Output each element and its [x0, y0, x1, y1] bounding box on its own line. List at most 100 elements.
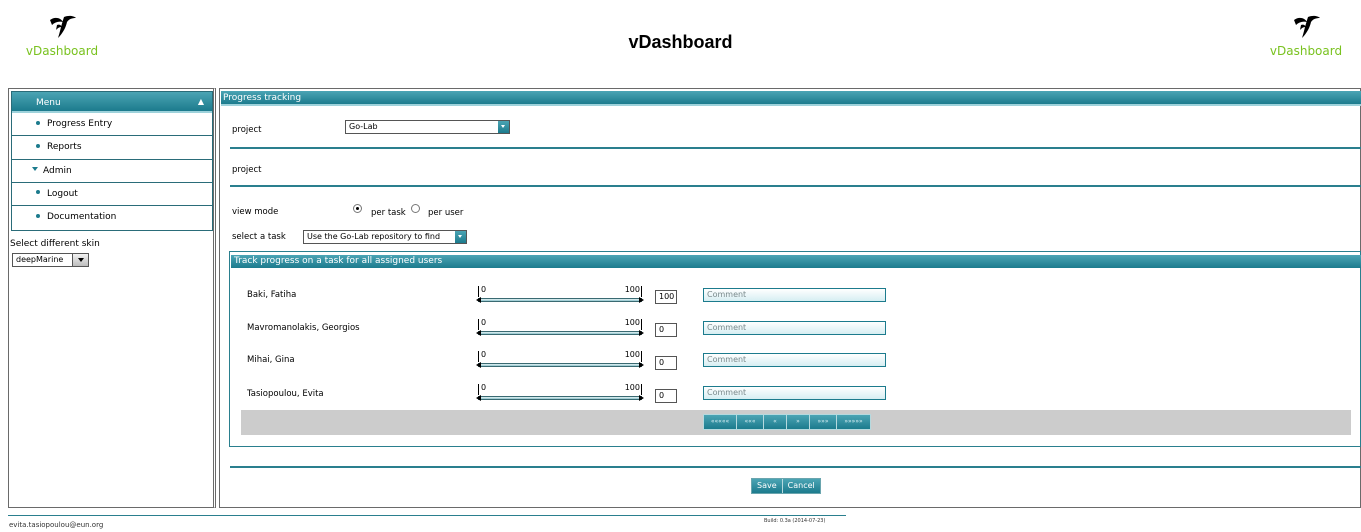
save-button[interactable]: Save — [752, 479, 782, 493]
slider-track[interactable] — [478, 298, 642, 302]
slider-tick — [478, 351, 479, 362]
slider-min: 0 — [481, 383, 487, 392]
slider-handle-max[interactable] — [639, 330, 644, 336]
slider-handle-max[interactable] — [639, 395, 644, 401]
skin-select[interactable]: deepMarine — [12, 253, 89, 267]
slider-handle-min[interactable] — [476, 297, 481, 303]
sidebar-item-logout[interactable]: Logout — [12, 183, 212, 207]
slider-min: 0 — [481, 318, 487, 327]
slider-handle-min[interactable] — [476, 395, 481, 401]
slider-tick — [641, 384, 642, 395]
progress-value-input[interactable]: 0 — [655, 356, 677, 370]
bullet-icon — [36, 143, 40, 148]
sidebar-item-label: Admin — [43, 165, 72, 176]
radio-per-user[interactable] — [411, 204, 420, 213]
divider — [230, 147, 1361, 149]
slider-tick — [478, 286, 479, 297]
bullet-icon — [36, 120, 40, 125]
progress-value-input[interactable]: 0 — [655, 323, 677, 337]
slider-handle-min[interactable] — [476, 330, 481, 336]
fast-forward-button[interactable]: »»» — [810, 415, 837, 429]
comment-input[interactable]: Comment — [703, 386, 886, 400]
menu-title: Menu — [36, 98, 61, 108]
slider-max: 100 — [624, 285, 640, 294]
divider — [230, 185, 1361, 187]
radio-per-task-label: per task — [371, 208, 406, 218]
slider-track[interactable] — [478, 331, 642, 335]
user-name: Baki, Fatiha — [247, 290, 297, 300]
sidebar-item-label: Progress Entry — [47, 119, 113, 129]
dropdown-arrow-icon[interactable] — [455, 231, 466, 243]
collapse-chevron-icon[interactable]: ▲ — [198, 97, 204, 106]
sidebar-item-label: Reports — [47, 142, 82, 153]
slider-track[interactable] — [478, 396, 642, 400]
dropdown-arrow-icon[interactable] — [498, 121, 509, 133]
slider-tick — [478, 319, 479, 330]
form-actions: Save Cancel — [751, 478, 821, 494]
user-name: Mihai, Gina — [247, 355, 295, 365]
sidebar-menu: Menu ▲ Progress Entry Reports Admin Logo… — [11, 91, 213, 231]
slider-handle-max[interactable] — [639, 297, 644, 303]
divider — [230, 466, 1361, 468]
comment-input[interactable]: Comment — [703, 288, 886, 302]
bullet-icon — [36, 213, 40, 218]
progress-slider[interactable]: 0 100 — [476, 285, 644, 307]
slider-max: 100 — [624, 318, 640, 327]
radio-per-task[interactable] — [353, 204, 362, 213]
slider-max: 100 — [624, 350, 640, 359]
footer-build-info: Build: 0.3a (2014-07-23) — [764, 518, 826, 524]
project-label: project — [232, 125, 262, 135]
project-select-value: Go-Lab — [349, 122, 378, 131]
logo-right: vDashboard — [1266, 14, 1346, 58]
slider-tick — [641, 286, 642, 297]
prev-page-button[interactable]: « — [764, 415, 787, 429]
next-page-button[interactable]: » — [787, 415, 810, 429]
sidebar-item-label: Logout — [47, 188, 78, 199]
slider-tick — [641, 319, 642, 330]
last-page-button[interactable]: »»»»» — [837, 415, 870, 429]
skin-select-value: deepMarine — [16, 255, 64, 264]
progress-slider[interactable]: 0 100 — [476, 350, 644, 372]
slider-tick — [478, 384, 479, 395]
progress-value-input[interactable]: 100 — [655, 290, 677, 304]
slider-tick — [641, 351, 642, 362]
menu-header[interactable]: Menu ▲ — [12, 92, 212, 113]
user-name: Tasiopoulou, Evita — [247, 389, 324, 399]
cancel-button[interactable]: Cancel — [781, 479, 820, 493]
track-progress-title: Track progress on a task for all assigne… — [231, 255, 1361, 268]
user-name: Mavromanolakis, Georgios — [247, 323, 360, 333]
project-select[interactable]: Go-Lab — [345, 120, 510, 134]
task-label: select a task — [232, 232, 286, 242]
first-page-button[interactable]: ««««« — [704, 415, 737, 429]
sidebar-item-admin[interactable]: Admin — [12, 160, 212, 183]
dropdown-arrow-icon[interactable] — [72, 254, 88, 266]
sidebar-item-reports[interactable]: Reports — [12, 136, 212, 160]
footer-user-email: evita.tasiopoulou@eun.org — [9, 521, 104, 529]
page-title: vDashboard — [628, 32, 733, 52]
slider-handle-max[interactable] — [639, 362, 644, 368]
progress-slider[interactable]: 0 100 — [476, 383, 644, 405]
project-label-secondary: project — [232, 165, 262, 175]
radio-per-user-label: per user — [428, 208, 464, 218]
bird-logo-icon — [1294, 15, 1320, 38]
slider-min: 0 — [481, 350, 487, 359]
progress-value-input[interactable]: 0 — [655, 389, 677, 403]
bullet-icon — [36, 190, 40, 195]
slider-handle-min[interactable] — [476, 362, 481, 368]
progress-slider[interactable]: 0 100 — [476, 318, 644, 340]
slider-max: 100 — [624, 383, 640, 392]
fast-back-button[interactable]: ««« — [737, 415, 764, 429]
slider-track[interactable] — [478, 363, 642, 367]
sidebar-item-label: Documentation — [47, 212, 117, 223]
task-select[interactable]: Use the Go-Lab repository to find — [303, 230, 467, 244]
sidebar-item-progress-entry[interactable]: Progress Entry — [12, 113, 212, 137]
footer-divider — [8, 515, 846, 516]
sidebar-item-documentation[interactable]: Documentation — [12, 206, 212, 229]
slider-min: 0 — [481, 285, 487, 294]
triangle-down-icon — [32, 167, 38, 172]
comment-input[interactable]: Comment — [703, 353, 886, 367]
skin-label: Select different skin — [10, 239, 100, 249]
brand-name: vDashboard — [1269, 44, 1343, 58]
comment-input[interactable]: Comment — [703, 321, 886, 335]
panel-title: Progress tracking — [221, 91, 1361, 106]
